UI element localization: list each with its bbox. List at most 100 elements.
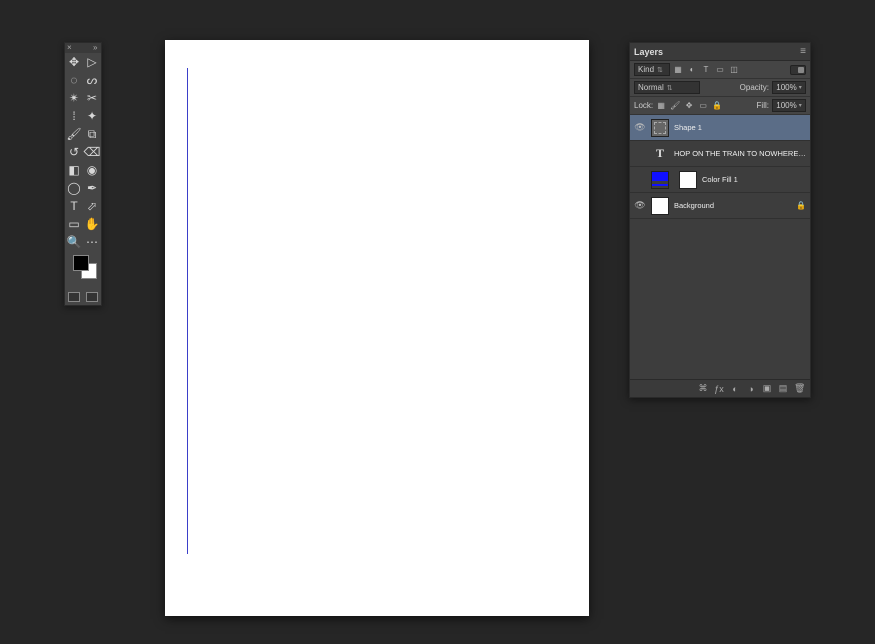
lock-label: Lock: bbox=[634, 101, 653, 110]
eraser-tool[interactable]: ⌫ bbox=[83, 143, 101, 161]
layer-name[interactable]: Color Fill 1 bbox=[702, 175, 806, 184]
brush-tool[interactable]: 🖌 bbox=[65, 125, 83, 143]
toolbox-header[interactable]: × » bbox=[65, 43, 101, 53]
history-brush-icon: ↺ bbox=[69, 146, 79, 158]
pen-tool[interactable]: ✒ bbox=[83, 179, 101, 197]
rectangle-tool[interactable]: ▭ bbox=[65, 215, 83, 233]
filter-type-icon[interactable]: T bbox=[701, 65, 711, 75]
delete-layer-icon[interactable]: 🗑 bbox=[794, 383, 804, 394]
screenmode-button[interactable] bbox=[86, 292, 98, 302]
lock-icons: ▦ 🖌 ✥ ▭ 🔒 bbox=[656, 101, 722, 110]
magic-wand-icon: ✴ bbox=[69, 92, 79, 104]
opacity-input[interactable]: 100% ▾ bbox=[772, 81, 806, 94]
close-icon[interactable]: × bbox=[67, 45, 73, 51]
filter-adjust-icon[interactable]: ◐ bbox=[687, 65, 697, 75]
spot-heal-tool[interactable]: ✦ bbox=[83, 107, 101, 125]
extra-tool[interactable]: ⋯ bbox=[83, 233, 101, 251]
layers-lock-row: Lock: ▦ 🖌 ✥ ▭ 🔒 Fill: 100% ▾ bbox=[630, 97, 810, 115]
zoom-tool[interactable]: 🔍 bbox=[65, 233, 83, 251]
type-layer-icon: T bbox=[651, 145, 669, 163]
fill-value: 100% bbox=[776, 101, 796, 110]
group-icon[interactable]: ▣ bbox=[762, 383, 772, 394]
color-swatches[interactable] bbox=[65, 251, 101, 289]
layer-row[interactable]: T HOP ON THE TRAIN TO NOWHERE BABY bbox=[630, 141, 810, 167]
fill-input[interactable]: 100% ▾ bbox=[772, 99, 806, 112]
lock-position-icon[interactable]: ✥ bbox=[684, 101, 694, 110]
gradient-tool[interactable]: ◧ bbox=[65, 161, 83, 179]
path-select-tool[interactable]: ⬀ bbox=[83, 197, 101, 215]
move-tool[interactable]: ✥ bbox=[65, 53, 83, 71]
panel-menu-icon[interactable]: ≡ bbox=[800, 46, 806, 57]
filter-kind-select[interactable]: Kind ⇅ bbox=[634, 63, 670, 76]
type-icon: T bbox=[70, 200, 77, 212]
filter-pixel-icon[interactable]: ▦ bbox=[673, 65, 683, 75]
visibility-toggle[interactable]: 👁 bbox=[634, 122, 646, 133]
layer-name[interactable]: Shape 1 bbox=[674, 123, 806, 132]
collapse-icon[interactable]: » bbox=[93, 45, 99, 51]
layers-blend-row: Normal ⇅ Opacity: 100% ▾ bbox=[630, 79, 810, 97]
filter-shape-icon[interactable]: ▭ bbox=[715, 65, 725, 75]
artboard-tool[interactable]: ▷ bbox=[83, 53, 101, 71]
opacity-value: 100% bbox=[776, 83, 796, 92]
blend-mode-label: Normal bbox=[638, 83, 664, 92]
adjustment-layer-icon[interactable]: ◑ bbox=[746, 384, 756, 394]
layer-row[interactable]: 👁 Shape 1 bbox=[630, 115, 810, 141]
lasso-tool[interactable]: ᔕ bbox=[83, 71, 101, 89]
opacity-label: Opacity: bbox=[740, 83, 769, 92]
clone-tool[interactable]: ⧉ bbox=[83, 125, 101, 143]
toolbox-grid: ✥ ▷ ◌ ᔕ ✴ ✂⁞✦🖌 ⧉ ↺ ⌫ ◧ ◉ ◯ ✒ T ⬀ ▭✋🔍 ⋯ bbox=[65, 53, 101, 251]
history-brush-tool[interactable]: ↺ bbox=[65, 143, 83, 161]
toolbox-panel: × » ✥ ▷ ◌ ᔕ ✴ ✂⁞✦🖌 ⧉ ↺ ⌫ ◧ ◉ ◯ ✒ T ⬀ ▭✋🔍 ⋯ bbox=[64, 42, 102, 306]
layer-mask-icon[interactable]: ◐ bbox=[730, 384, 740, 394]
new-layer-icon[interactable]: ▤ bbox=[778, 383, 788, 394]
type-tool[interactable]: T bbox=[65, 197, 83, 215]
clone-icon: ⧉ bbox=[88, 128, 97, 140]
pen-icon: ✒ bbox=[87, 182, 97, 194]
toolbox-footer bbox=[65, 289, 101, 305]
marquee-tool[interactable]: ◌ bbox=[65, 71, 83, 89]
blur-tool[interactable]: ◉ bbox=[83, 161, 101, 179]
lock-transparency-icon[interactable]: ▦ bbox=[656, 101, 666, 110]
lock-all-icon[interactable]: 🔒 bbox=[712, 101, 722, 110]
mask-thumb bbox=[679, 171, 697, 189]
dodge-icon: ◯ bbox=[67, 182, 80, 194]
filter-smart-icon[interactable]: ◫ bbox=[729, 65, 739, 75]
quickmask-button[interactable] bbox=[68, 292, 80, 302]
move-icon: ✥ bbox=[69, 56, 79, 68]
layers-panel: Layers ≡ Kind ⇅ ▦ ◐ T ▭ ◫ Normal ⇅ Opaci… bbox=[629, 42, 811, 398]
eyedropper-tool[interactable]: ⁞ bbox=[65, 107, 83, 125]
select-arrows-icon: ⇅ bbox=[657, 66, 661, 74]
layers-filter-row: Kind ⇅ ▦ ◐ T ▭ ◫ bbox=[630, 61, 810, 79]
magic-wand-tool[interactable]: ✴ bbox=[65, 89, 83, 107]
layer-fx-icon[interactable]: ƒx bbox=[714, 384, 724, 394]
blur-icon: ◉ bbox=[87, 164, 97, 176]
layer-name[interactable]: Background bbox=[674, 201, 791, 210]
filter-icons: ▦ ◐ T ▭ ◫ bbox=[673, 65, 739, 75]
marquee-icon: ◌ bbox=[70, 74, 77, 86]
layers-list: 👁 Shape 1 T HOP ON THE TRAIN TO NOWHERE BAB… bbox=[630, 115, 810, 379]
lock-pixels-icon[interactable]: 🖌 bbox=[670, 101, 680, 110]
gradient-icon: ◧ bbox=[68, 164, 79, 176]
path-select-icon: ⬀ bbox=[87, 200, 97, 212]
lock-icon: 🔒 bbox=[796, 201, 806, 210]
shape-thumb bbox=[651, 119, 669, 137]
filter-toggle[interactable] bbox=[790, 65, 806, 75]
layer-name[interactable]: HOP ON THE TRAIN TO NOWHERE BABY bbox=[674, 149, 806, 158]
layers-tabbar[interactable]: Layers ≡ bbox=[630, 43, 810, 61]
layer-row[interactable]: 👁 Background 🔒 bbox=[630, 193, 810, 219]
layer-row[interactable]: Color Fill 1 bbox=[630, 167, 810, 193]
document-canvas[interactable] bbox=[165, 40, 589, 616]
dodge-tool[interactable]: ◯ bbox=[65, 179, 83, 197]
layers-tab-label[interactable]: Layers bbox=[634, 47, 663, 57]
extra-icon: ⋯ bbox=[86, 236, 98, 248]
crop-tool[interactable]: ✂ bbox=[83, 89, 101, 107]
lock-artboard-icon[interactable]: ▭ bbox=[698, 101, 708, 110]
hand-tool[interactable]: ✋ bbox=[83, 215, 101, 233]
chevron-down-icon: ▾ bbox=[799, 84, 802, 91]
shape-1-line[interactable] bbox=[187, 68, 188, 554]
blend-mode-select[interactable]: Normal ⇅ bbox=[634, 81, 700, 94]
visibility-toggle[interactable]: 👁 bbox=[634, 200, 646, 211]
foreground-swatch[interactable] bbox=[73, 255, 89, 271]
link-layers-icon[interactable]: ⌘ bbox=[698, 383, 708, 394]
zoom-icon: 🔍 bbox=[67, 236, 82, 248]
